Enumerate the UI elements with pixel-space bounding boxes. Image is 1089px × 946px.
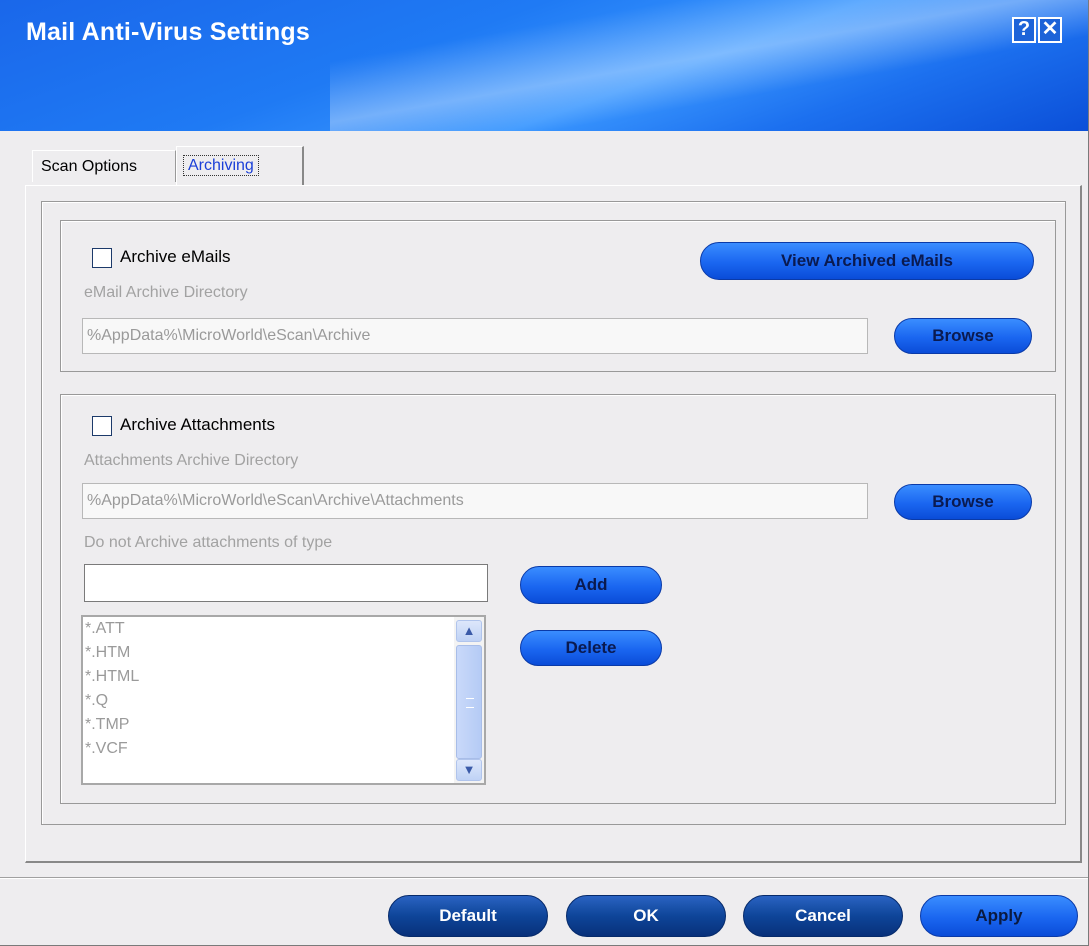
attachments-browse-button[interactable]: Browse (894, 484, 1032, 520)
add-type-button[interactable]: Add (520, 566, 662, 604)
close-button[interactable]: ✕ (1038, 17, 1062, 43)
exclude-types-label: Do not Archive attachments of type (84, 534, 333, 551)
settings-window: Mail Anti-Virus Settings ? ✕ Scan Option… (0, 0, 1089, 946)
grip-icon (466, 698, 474, 708)
list-item[interactable]: *.VCF (83, 737, 484, 761)
scroll-thumb[interactable] (456, 645, 482, 759)
window-title: Mail Anti-Virus Settings (26, 18, 310, 46)
ok-button[interactable]: OK (566, 895, 726, 937)
title-bar: Mail Anti-Virus Settings ? ✕ (0, 0, 1088, 131)
footer-separator (0, 877, 1088, 879)
attachments-dir-field[interactable]: %AppData%\MicroWorld\eScan\Archive\Attac… (82, 483, 868, 519)
list-scrollbar[interactable]: ▲ ▼ (454, 617, 484, 783)
list-item[interactable]: *.HTM (83, 641, 484, 665)
list-item[interactable]: *.ATT (83, 617, 484, 641)
attachments-dir-label: Attachments Archive Directory (84, 452, 299, 469)
chevron-up-icon[interactable]: ▲ (456, 620, 482, 642)
list-item[interactable]: *.HTML (83, 665, 484, 689)
archive-emails-label: Archive eMails (120, 247, 231, 266)
delete-type-button[interactable]: Delete (520, 630, 662, 666)
email-dir-field[interactable]: %AppData%\MicroWorld\eScan\Archive (82, 318, 868, 354)
default-button[interactable]: Default (388, 895, 548, 937)
archive-attachments-label: Archive Attachments (120, 415, 275, 434)
view-archived-emails-button[interactable]: View Archived eMails (700, 242, 1034, 280)
archive-emails-checkbox[interactable] (92, 248, 112, 268)
apply-button[interactable]: Apply (920, 895, 1078, 937)
tab-archiving[interactable]: Archiving (176, 146, 304, 186)
cancel-button[interactable]: Cancel (743, 895, 903, 937)
exclude-type-input[interactable] (84, 564, 488, 602)
tab-scan-options[interactable]: Scan Options (32, 150, 176, 182)
list-item[interactable]: *.Q (83, 689, 484, 713)
email-browse-button[interactable]: Browse (894, 318, 1032, 354)
list-item[interactable]: *.TMP (83, 713, 484, 737)
tab-scan-options-label: Scan Options (41, 158, 138, 175)
archive-attachments-checkbox[interactable] (92, 416, 112, 436)
tab-archiving-label: Archiving (183, 155, 259, 176)
chevron-down-icon[interactable]: ▼ (456, 759, 482, 781)
help-button[interactable]: ? (1012, 17, 1036, 43)
title-sheen (330, 0, 1088, 131)
excluded-types-list[interactable]: *.ATT *.HTM *.HTML *.Q *.TMP *.VCF ▲ ▼ (81, 615, 486, 785)
email-dir-label: eMail Archive Directory (84, 284, 248, 301)
